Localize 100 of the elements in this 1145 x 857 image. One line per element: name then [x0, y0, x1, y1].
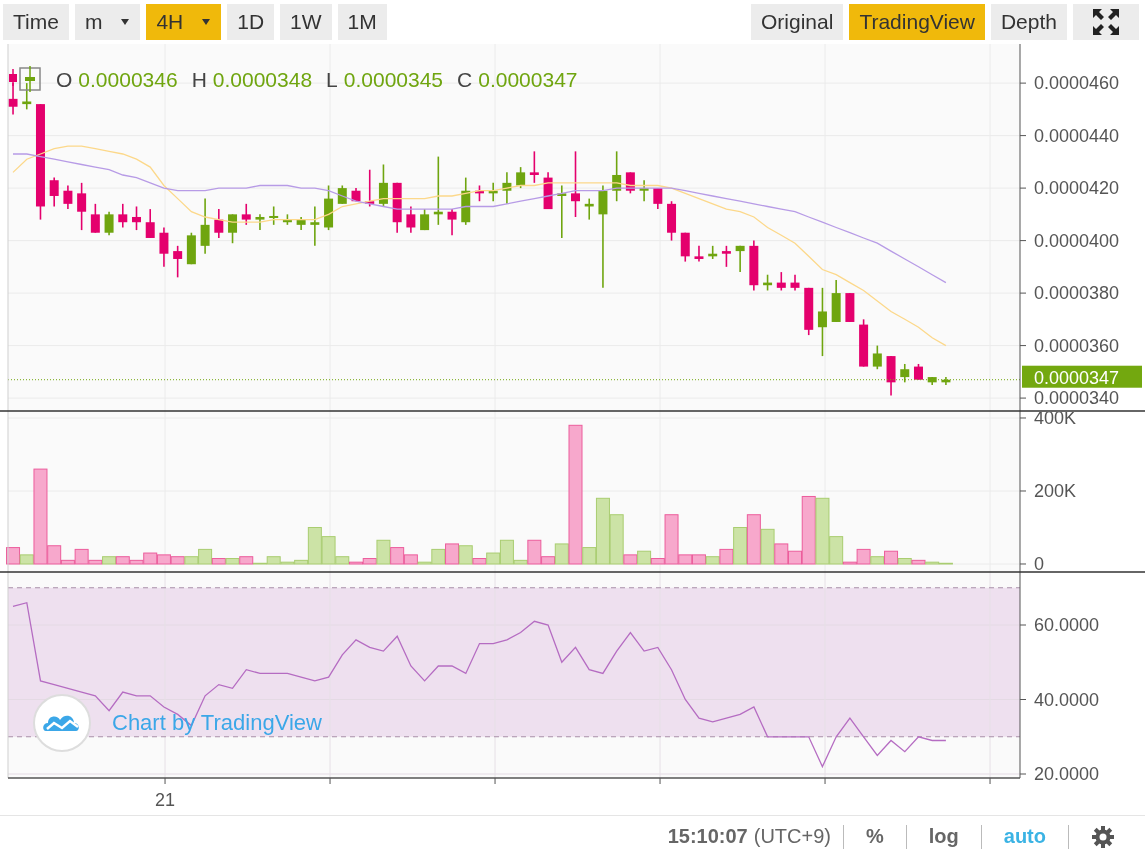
candlestick	[22, 82, 32, 111]
candlestick	[77, 182, 87, 231]
candlestick	[159, 226, 169, 268]
candlestick	[433, 155, 443, 226]
volume-bar	[156, 554, 171, 565]
time-axis-label: 21	[155, 790, 176, 810]
candlestick	[776, 271, 786, 292]
candlestick	[584, 197, 594, 221]
candlestick	[735, 245, 745, 273]
scale-option-button[interactable]: log	[918, 825, 969, 848]
candlestick	[927, 376, 937, 386]
ohlc-label: O	[56, 68, 73, 92]
ohlc-label: C	[457, 68, 473, 92]
candlestick	[721, 245, 731, 268]
candlestick	[255, 213, 265, 231]
candlestick	[406, 205, 416, 234]
candlestick	[241, 203, 251, 226]
rsi-axis-label: 60.0000	[1034, 615, 1100, 635]
price-axis-label: 0.0000340	[1034, 388, 1120, 409]
interval-button[interactable]: 1M	[337, 4, 387, 40]
volume-axis-label: 200K	[1034, 481, 1077, 501]
candlestick	[859, 318, 869, 368]
price-axis-label: 0.0000380	[1034, 283, 1120, 304]
candlestick	[529, 150, 539, 184]
candlestick	[420, 208, 430, 231]
candlestick	[186, 231, 196, 266]
candlestick	[941, 376, 951, 386]
candlestick	[132, 205, 141, 231]
ohlc-label: H	[191, 68, 207, 92]
candlestick	[612, 150, 622, 203]
candlestick	[653, 187, 663, 210]
candlestick	[447, 208, 457, 237]
candlestick	[228, 213, 238, 244]
candlestick	[667, 200, 677, 242]
last-price-label: 0.0000347	[1022, 365, 1142, 388]
candlestick	[900, 363, 910, 384]
fullscreen-button[interactable]	[1073, 4, 1139, 40]
candlestick-icon	[8, 66, 42, 94]
view-tab[interactable]: TradingView	[849, 4, 985, 40]
volume-axis-label: 0	[1034, 554, 1044, 573]
candlestick	[282, 213, 292, 226]
ohlc-value: 0.0000348	[212, 68, 313, 92]
candlestick	[337, 184, 347, 205]
candlestick	[571, 150, 580, 218]
candlestick	[557, 184, 567, 239]
scale-option-button[interactable]: %	[856, 825, 894, 848]
candlestick	[392, 182, 402, 234]
price-axis-label: 0.0000400	[1034, 230, 1120, 251]
candlestick	[365, 168, 375, 208]
candlestick	[680, 231, 690, 263]
interval-button[interactable]: 4H	[146, 4, 222, 40]
candlestick	[763, 273, 773, 292]
candlestick	[817, 287, 827, 357]
interval-button[interactable]: m	[74, 4, 141, 40]
volume-bar	[445, 543, 460, 565]
candlestick	[214, 208, 224, 239]
ohlc-label: L	[326, 68, 338, 92]
price-axis-label: 0.0000440	[1034, 125, 1120, 146]
ref-line-label: 0.0000347	[1034, 367, 1120, 388]
price-axis-label: 0.0000460	[1034, 73, 1120, 94]
candlestick	[475, 184, 484, 203]
candlestick	[351, 187, 361, 203]
candlestick	[296, 216, 306, 231]
price-axis-label: 0.0000420	[1034, 178, 1120, 199]
candlestick	[173, 245, 183, 279]
volume-axis-label: 400K	[1034, 412, 1077, 428]
candlestick	[461, 176, 471, 226]
ohlc-value: 0.0000347	[478, 68, 578, 92]
candlestick	[639, 179, 649, 203]
interval-button[interactable]: 1W	[280, 4, 332, 40]
candlestick	[145, 208, 155, 239]
view-tab[interactable]: Depth	[990, 4, 1067, 40]
interval-label: Time	[3, 4, 69, 40]
volume-bar	[746, 514, 761, 565]
candlestick	[872, 344, 882, 371]
candlestick	[378, 163, 388, 208]
candlestick	[625, 171, 635, 195]
candlestick	[845, 292, 855, 323]
candlestick	[804, 287, 814, 336]
candlestick	[790, 273, 800, 292]
clock-time: 15:10:07	[667, 825, 748, 848]
candlestick	[269, 205, 279, 226]
view-tab[interactable]: Original	[751, 4, 844, 40]
candlestick	[708, 245, 718, 260]
interval-button[interactable]: 1D	[227, 4, 275, 40]
candlestick	[90, 203, 100, 234]
fullscreen-icon	[1091, 7, 1121, 37]
candlestick	[200, 197, 210, 255]
candlestick	[694, 245, 704, 263]
candlestick	[49, 176, 59, 208]
timezone-label: (UTC+9)	[753, 825, 831, 848]
price-axis-label: 0.0000360	[1034, 335, 1120, 356]
candlestick	[324, 184, 334, 231]
candlestick	[543, 171, 553, 210]
ohlc-value: 0.0000345	[343, 68, 444, 92]
candlestick	[63, 184, 73, 210]
candlestick	[749, 239, 759, 292]
volume-bar	[170, 556, 185, 565]
candlestick	[516, 166, 526, 189]
candlestick	[488, 182, 498, 203]
